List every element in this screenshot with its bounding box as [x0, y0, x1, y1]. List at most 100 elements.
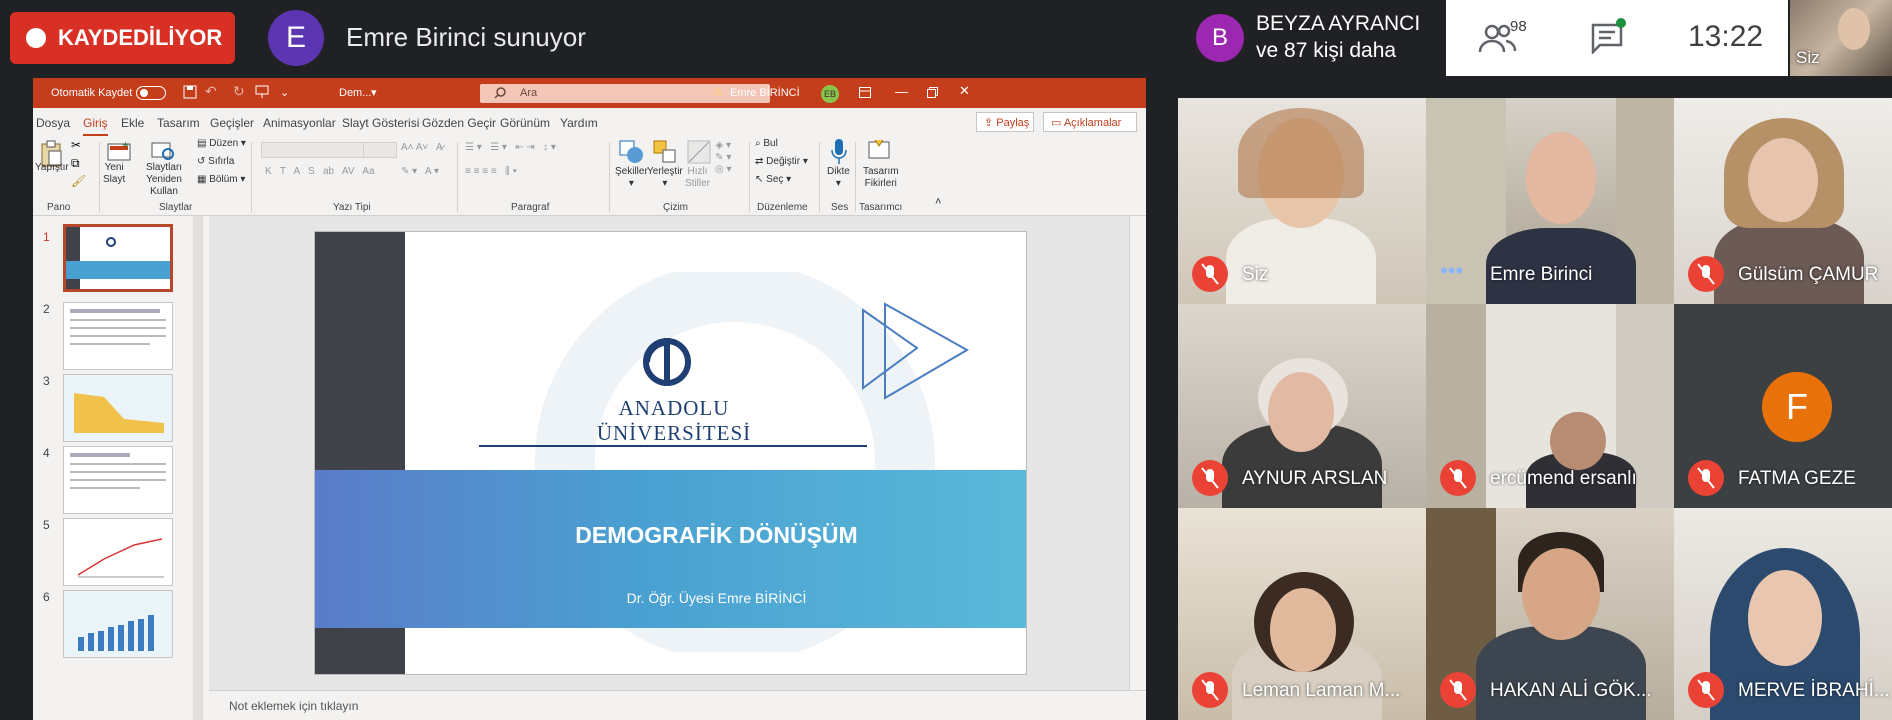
ribbon-display-icon[interactable]	[859, 87, 871, 98]
participant-tile[interactable]: Siz	[1178, 98, 1426, 304]
reuse-slides-label: Slaytları Yeniden Kullan	[145, 162, 183, 197]
slide-number: 3	[43, 374, 50, 388]
participant-name: ercümend ersanlı	[1490, 468, 1637, 489]
ribbon-separator	[609, 142, 610, 212]
quick-styles-label: Hızlı Stiller	[685, 166, 711, 189]
microphone-icon[interactable]	[829, 138, 849, 166]
participant-tile[interactable]: HAKAN ALİ GÖK...	[1426, 508, 1674, 720]
tab-insert[interactable]: Ekle	[121, 116, 144, 130]
ribbon: Yapıştır ✂ ⧉ 🖌 Pano + Yeni Slayt Slaytlar…	[33, 136, 1146, 216]
restore-icon[interactable]	[927, 87, 938, 98]
group-clipboard: Pano	[47, 202, 71, 213]
participant-tile[interactable]: F FATMA GEZE	[1674, 304, 1892, 508]
notes-placeholder: Not eklemek için tıklayın	[229, 699, 359, 713]
layout-button[interactable]: ▤ Düzen ▾	[197, 138, 246, 150]
tab-file[interactable]: Dosya	[36, 116, 70, 130]
participant-name: Siz	[1242, 264, 1269, 285]
ribbon-tabs: Dosya Giriş Ekle Tasarım Geçişler Animas…	[33, 108, 1146, 136]
share-button[interactable]: ⇪ Paylaş	[976, 112, 1034, 132]
list-buttons[interactable]: ☰ ▾ ☰ ▾ ⇤ ⇥ ↕ ▾	[465, 142, 556, 154]
document-name[interactable]: Dem...	[339, 87, 371, 99]
slide-scrollbar[interactable]	[1129, 216, 1143, 690]
fill-buttons[interactable]: ◈ ▾ ✎ ▾ ◎ ▾	[715, 140, 732, 176]
slide-author: Dr. Öğr. Üyesi Emre BİRİNCİ	[626, 590, 807, 606]
close-icon[interactable]: ✕	[959, 83, 970, 99]
notes-pane[interactable]: Not eklemek için tıklayın	[209, 690, 1146, 720]
present-icon[interactable]	[255, 85, 269, 99]
font-size-buttons[interactable]: A˄ A˅ A̷	[401, 142, 443, 154]
find-button[interactable]: ⌕ Bul	[755, 138, 778, 150]
participant-tile[interactable]: AYNUR ARSLAN	[1178, 304, 1426, 508]
group-editing: Düzenleme	[757, 202, 808, 213]
university-logo-icon	[643, 338, 691, 386]
shapes-label: Şekiller ▾	[615, 166, 648, 189]
tab-animations[interactable]: Animasyonlar	[263, 116, 336, 130]
align-buttons[interactable]: ≡ ≡ ≡ ≡ ⫼ ▾	[465, 166, 517, 178]
user-avatar[interactable]: EB	[821, 85, 839, 103]
current-slide[interactable]: ANADOLU ÜNİVERSİTESİ DEMOGRAFİK DÖNÜŞÜM …	[314, 231, 1027, 675]
participant-tile[interactable]: ercümend ersanlı	[1426, 304, 1674, 508]
tab-design[interactable]: Tasarım	[157, 116, 200, 130]
tab-transitions[interactable]: Geçişler	[210, 116, 254, 130]
doc-dropdown-icon[interactable]: ▾	[371, 86, 377, 99]
replace-button[interactable]: ⇄ Değiştir ▾	[755, 156, 808, 168]
customize-qat-icon[interactable]: ⌄	[280, 86, 289, 99]
participant-tile[interactable]: Leman Laman M...	[1178, 508, 1426, 720]
participant-more: ve 87 kişi daha	[1256, 39, 1397, 62]
university-name: ANADOLU ÜNİVERSİTESİ	[596, 396, 752, 445]
ribbon-separator	[855, 142, 856, 212]
comments-label: Açıklamalar	[1063, 117, 1122, 129]
shapes-icon[interactable]	[619, 140, 645, 164]
font-size-box[interactable]	[363, 142, 397, 158]
slide-thumbnail-6[interactable]	[63, 590, 173, 658]
tab-home[interactable]: Giriş	[83, 116, 108, 136]
user-name: Emre BİRİNCİ	[730, 87, 800, 99]
arrange-icon[interactable]	[653, 140, 679, 164]
tab-slideshow[interactable]: Slayt Gösterisi	[342, 116, 419, 130]
comments-button[interactable]: ▭ Açıklamalar	[1043, 112, 1137, 132]
participant-tile[interactable]: MERVE İBRAHİ...	[1674, 508, 1892, 720]
redo-icon[interactable]: ↻	[233, 83, 245, 100]
search-box[interactable]: Ara	[480, 84, 770, 103]
quick-styles-icon[interactable]	[687, 140, 711, 164]
tab-view[interactable]: Görünüm	[500, 116, 550, 130]
tab-help[interactable]: Yardım	[560, 116, 598, 130]
participant-name: Leman Laman M...	[1242, 680, 1401, 701]
tab-review[interactable]: Gözden Geçir	[422, 116, 496, 130]
participant-tile[interactable]: Gülsüm ÇAMUR	[1674, 98, 1892, 304]
highlight-buttons[interactable]: ✎ ▾ A ▾	[401, 166, 439, 178]
slide-thumbnail-3[interactable]	[63, 374, 173, 442]
cut-icon[interactable]: ✂	[71, 138, 81, 152]
group-voice: Ses	[831, 202, 849, 213]
copy-icon[interactable]: ⧉	[71, 156, 80, 171]
designer-icon[interactable]	[867, 138, 893, 164]
font-format-buttons[interactable]: K T A S ab AV Aa	[265, 166, 375, 178]
minimize-icon[interactable]: —	[895, 84, 908, 99]
undo-icon[interactable]: ↶	[205, 83, 217, 100]
save-icon[interactable]	[183, 85, 197, 99]
format-painter-icon[interactable]: 🖌	[71, 174, 86, 188]
slide-thumbnail-5[interactable]	[63, 518, 173, 586]
autosave-toggle[interactable]	[136, 86, 166, 100]
section-button[interactable]: ▦ Bölüm ▾	[197, 174, 245, 186]
muted-mic-icon	[1192, 256, 1228, 292]
participant-tile[interactable]: ••• Emre Birinci	[1426, 98, 1674, 304]
reuse-slides-icon[interactable]	[151, 140, 177, 162]
slide-number: 2	[43, 302, 50, 316]
recording-label: KAYDEDİLİYOR	[58, 25, 223, 50]
recording-badge[interactable]: KAYDEDİLİYOR	[10, 12, 235, 64]
participant-avatar: B	[1196, 14, 1244, 62]
thumbnail-scrollbar[interactable]	[193, 216, 203, 720]
autosave-label: Otomatik Kaydet	[51, 87, 133, 99]
participant-count: 98	[1510, 18, 1527, 35]
new-slide-icon[interactable]: +	[107, 140, 133, 162]
slide-thumbnail-1[interactable]	[63, 224, 173, 292]
select-button[interactable]: ↖ Seç ▾	[755, 174, 791, 186]
muted-mic-icon	[1192, 672, 1228, 708]
slide-thumbnail-4[interactable]	[63, 446, 173, 514]
participant-name: MERVE İBRAHİ...	[1738, 680, 1890, 701]
reset-button[interactable]: ↺ Sıfırla	[197, 156, 234, 168]
collapse-ribbon-icon[interactable]: ˄	[935, 196, 941, 208]
slide-thumbnail-2[interactable]	[63, 302, 173, 370]
slide-title: DEMOGRAFİK DÖNÜŞÜM	[575, 522, 858, 548]
